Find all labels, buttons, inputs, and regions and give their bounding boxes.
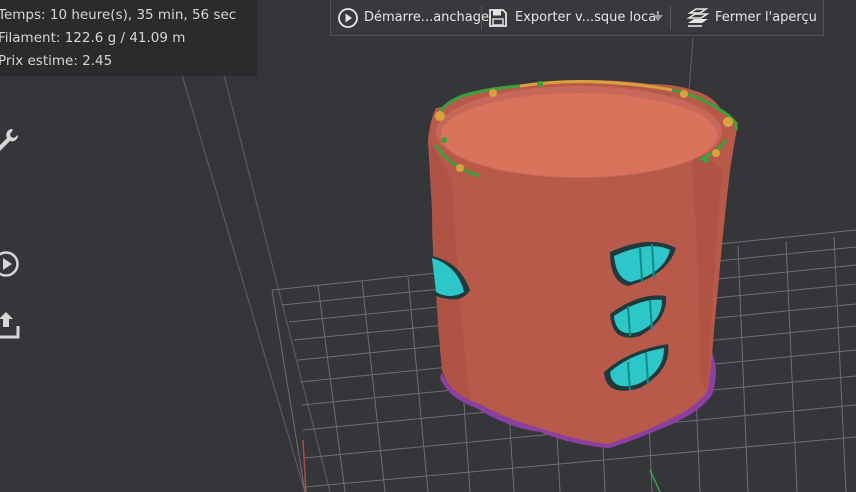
print-time-text: Temps: 10 heure(s), 35 min, 56 sec [0, 7, 237, 23]
slice-stats-panel: Temps: 10 heure(s), 35 min, 56 sec Filam… [0, 0, 257, 76]
export-dropdown-button[interactable] [651, 0, 665, 35]
preview-toolbar: Démarre...anchage Exporter v...sque loca… [330, 0, 824, 36]
close-preview-button[interactable]: Fermer l'aperçu [686, 0, 817, 35]
toolbar-separator [481, 6, 482, 30]
start-slicing-button[interactable]: Démarre...anchage [337, 0, 489, 35]
close-preview-label: Fermer l'aperçu [715, 10, 817, 25]
filament-usage-text: Filament: 122.6 g / 41.09 m [0, 30, 186, 46]
layers-icon [686, 7, 710, 27]
estimated-price-text: Prix estime: 2.45 [0, 53, 113, 69]
export-label: Exporter v...sque local [515, 10, 660, 25]
chevron-down-icon [653, 14, 663, 21]
vase-inner-wall [441, 93, 717, 177]
export-button[interactable]: Exporter v...sque local [487, 0, 660, 35]
save-disk-icon [489, 8, 507, 27]
play-icon[interactable] [0, 250, 20, 278]
upload-icon[interactable] [0, 310, 20, 339]
start-slicing-label: Démarre...anchage [364, 10, 490, 25]
wrench-icon[interactable] [0, 126, 20, 154]
play-circle-icon [338, 7, 358, 28]
toolbar-separator [670, 6, 671, 30]
